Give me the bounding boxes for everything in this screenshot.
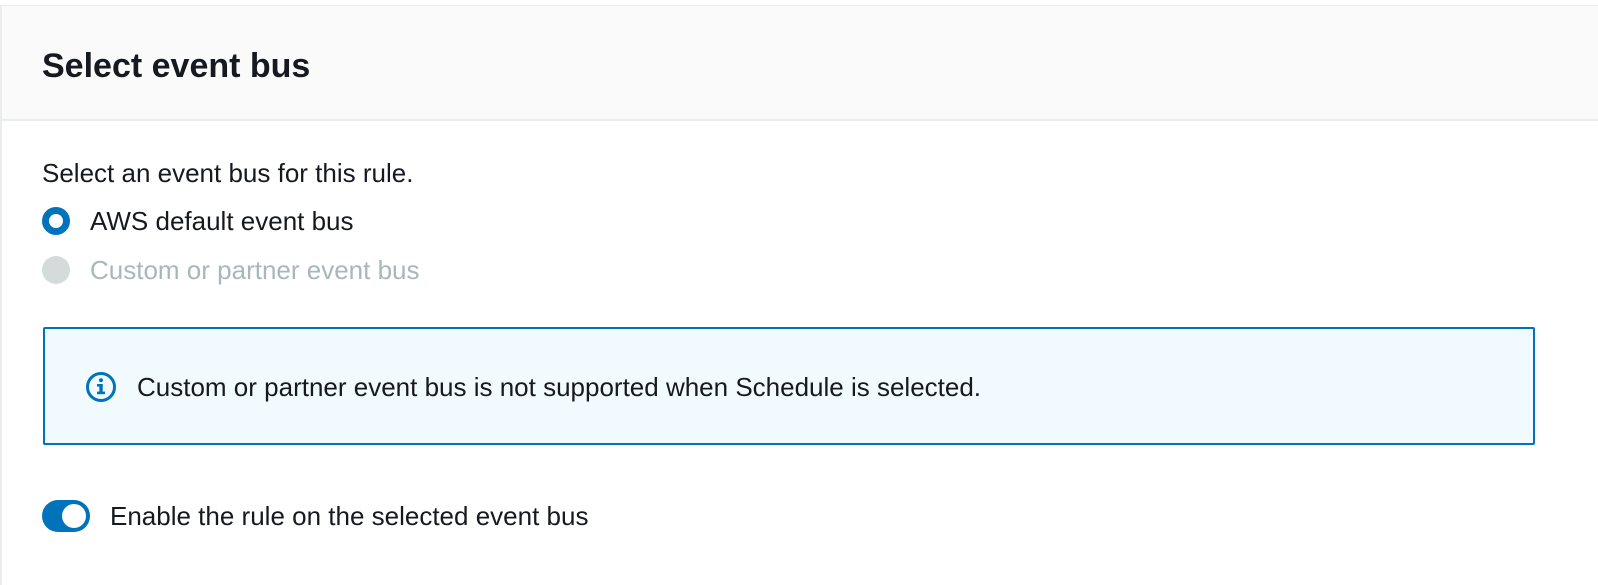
info-alert-message: Custom or partner event bus is not suppo… — [137, 372, 982, 402]
radio-button-checked[interactable] — [42, 207, 70, 235]
info-icon — [86, 372, 116, 402]
panel-header: Select event bus — [2, 6, 1598, 121]
panel-description: Select an event bus for this rule. — [42, 158, 414, 188]
radio-label: Custom or partner event bus — [90, 255, 420, 285]
radio-label: AWS default event bus — [90, 206, 354, 236]
enable-rule-toggle-row[interactable]: Enable the rule on the selected event bu… — [42, 499, 588, 533]
radio-custom-or-partner-event-bus: Custom or partner event bus — [42, 254, 420, 286]
info-alert: Custom or partner event bus is not suppo… — [43, 327, 1535, 445]
panel-title: Select event bus — [42, 47, 311, 85]
enable-rule-toggle-label: Enable the rule on the selected event bu… — [110, 501, 589, 531]
radio-button-disabled — [42, 256, 70, 284]
enable-rule-toggle[interactable] — [42, 500, 90, 532]
toggle-knob — [62, 504, 86, 528]
select-event-bus-panel: Select event bus Select an event bus for… — [0, 5, 1598, 585]
radio-aws-default-event-bus[interactable]: AWS default event bus — [42, 205, 354, 237]
